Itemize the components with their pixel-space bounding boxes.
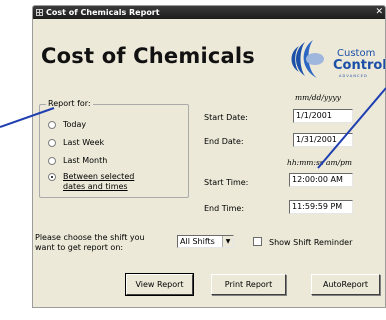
report-window: Cost of Chemicals Report ✕ Cost of Chemi… (32, 5, 386, 308)
custom-control-logo: Custom Control A D V A N C E D (287, 36, 386, 82)
page-title: Cost of Chemicals (41, 44, 255, 68)
radio-label-last-month: Last Month (63, 156, 108, 165)
end-date-input[interactable]: 1/31/2001 (293, 133, 353, 147)
show-shift-reminder-label: Show Shift Reminder (269, 238, 353, 247)
time-format-hint: hh:mm:ss am/pm (287, 158, 353, 167)
radio-button-last-week[interactable] (48, 139, 56, 147)
chevron-down-icon[interactable]: ▼ (222, 236, 233, 247)
radio-today[interactable]: Today (48, 120, 86, 130)
report-for-legend: Report for: (46, 99, 93, 108)
show-shift-reminder-checkbox[interactable] (253, 237, 262, 246)
radio-label-between-line2: dates and times (63, 182, 128, 191)
radio-last-month[interactable]: Last Month (48, 156, 107, 166)
auto-report-button[interactable]: AutoReport (311, 274, 380, 295)
start-time-input[interactable]: 12:00:00 AM (289, 173, 353, 187)
end-time-input[interactable]: 11:59:59 PM (289, 200, 353, 214)
start-date-label: Start Date: (204, 113, 248, 122)
shift-prompt-line1: Please choose the shift you (35, 233, 145, 242)
window-title: Cost of Chemicals Report (46, 8, 160, 17)
radio-button-between-dates[interactable] (48, 173, 56, 181)
shift-select-value: All Shifts (180, 237, 215, 246)
start-time-label: Start Time: (204, 178, 249, 187)
logo-subtitle: A D V A N C E D (339, 74, 367, 78)
radio-label-last-week: Last Week (63, 138, 105, 147)
logo-swirl-icon: Custom Control A D V A N C E D (291, 40, 386, 78)
shift-select[interactable]: All Shifts ▼ (177, 235, 234, 248)
date-format-hint: mm/dd/yyyy (295, 93, 341, 102)
radio-label-between-dates: Between selected dates and times (63, 172, 134, 192)
end-date-label: End Date: (204, 137, 244, 146)
radio-label-between-line1: Between selected (63, 172, 135, 181)
app-icon (36, 9, 43, 16)
shift-prompt-line2: want to get report on: (35, 243, 124, 252)
title-bar: Cost of Chemicals Report ✕ (33, 6, 385, 19)
close-icon[interactable]: ✕ (375, 6, 383, 19)
radio-button-today[interactable] (48, 121, 56, 129)
print-report-button[interactable]: Print Report (211, 274, 286, 295)
end-time-label: End Time: (204, 204, 245, 213)
radio-last-week[interactable]: Last Week (48, 138, 104, 148)
radio-button-last-month[interactable] (48, 157, 56, 165)
radio-label-today: Today (63, 120, 87, 129)
logo-line2: Control (333, 58, 386, 73)
report-for-group: Report for: Today Last Week Last Month B… (39, 99, 189, 198)
view-report-button[interactable]: View Report (125, 273, 194, 296)
start-date-input[interactable]: 1/1/2001 (293, 109, 353, 123)
radio-between-dates[interactable]: Between selected dates and times (48, 172, 134, 192)
